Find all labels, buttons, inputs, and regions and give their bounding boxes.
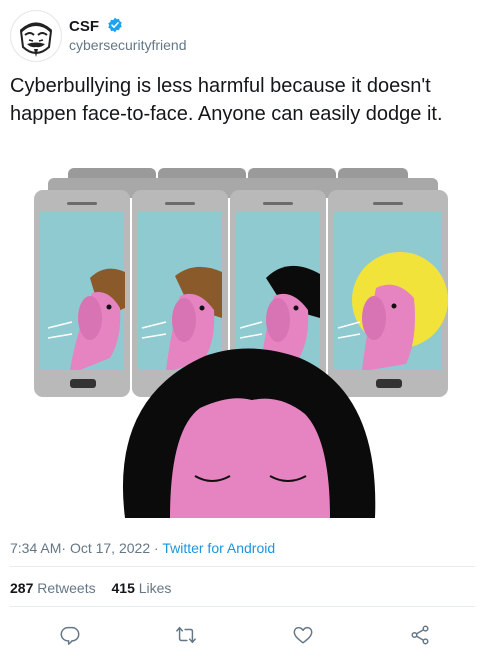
phone-1 — [34, 190, 130, 397]
author-name-row[interactable]: CSF — [69, 17, 123, 35]
tweet-separator: · — [61, 540, 67, 556]
tweet-time[interactable]: 7:34 AM — [10, 540, 61, 556]
likes-label: Likes — [138, 580, 172, 596]
tweet-stats: 287 Retweets 415 Likes — [10, 580, 171, 596]
avatar[interactable] — [10, 10, 62, 62]
retweet-button[interactable] — [169, 618, 203, 652]
verified-badge-icon — [108, 17, 122, 33]
author-handle[interactable]: cybersecurityfriend — [69, 37, 187, 53]
phone-4 — [328, 190, 448, 397]
likes-count: 415 — [111, 580, 135, 596]
tweet-actions — [0, 618, 485, 652]
reply-button[interactable] — [53, 618, 87, 652]
share-button[interactable] — [403, 618, 437, 652]
tweet-date[interactable]: Oct 17, 2022 — [70, 540, 150, 556]
tweet-separator: · — [154, 540, 159, 556]
anonymous-mask-icon — [19, 22, 53, 57]
cyberbullying-illustration — [34, 168, 448, 518]
divider — [10, 566, 475, 567]
like-icon — [293, 626, 313, 644]
reply-icon — [60, 626, 80, 645]
tweet-metadata: 7:34 AM· Oct 17, 2022 · Twitter for Andr… — [10, 540, 275, 556]
retweets-count: 287 — [10, 580, 34, 596]
tweet-text: Cyberbullying is less harmful because it… — [10, 75, 443, 125]
retweets-label: Retweets — [37, 580, 96, 596]
divider — [10, 606, 475, 607]
retweet-icon — [176, 626, 196, 644]
retweets-stat[interactable]: 287 Retweets — [10, 580, 96, 596]
tweet-image[interactable] — [30, 168, 460, 518]
like-button[interactable] — [286, 618, 320, 652]
likes-stat[interactable]: 415 Likes — [112, 580, 172, 596]
tweet-source-link[interactable]: Twitter for Android — [162, 540, 275, 556]
tweet-header: CSF cybersecurityfriend — [10, 10, 475, 62]
author-name[interactable]: CSF — [69, 18, 99, 35]
share-icon — [411, 625, 429, 645]
